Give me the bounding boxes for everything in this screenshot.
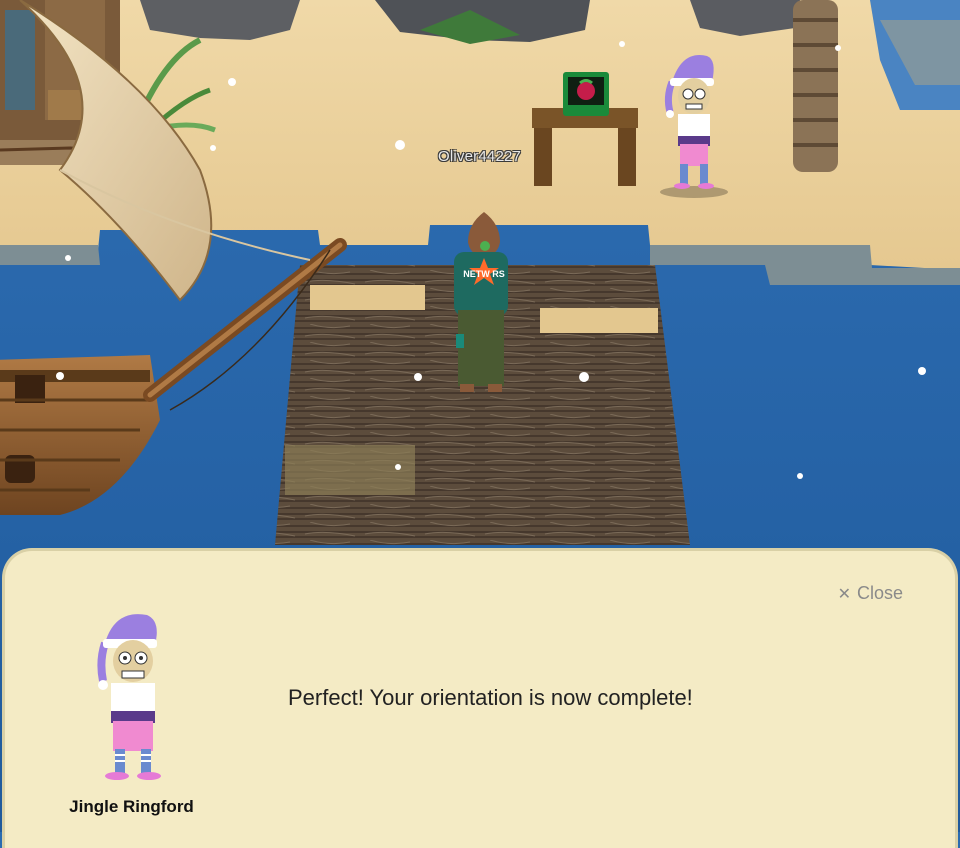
close-icon: ✕ [837,585,851,603]
speaker-name: Jingle Ringford [69,797,194,816]
palm-trunk [793,0,838,172]
dialog-message: Perfect! Your orientation is now complet… [288,685,693,710]
speaker-avatar [97,614,161,780]
dialog-panel: ✕ Close Perfect! Your orientation is now… [2,548,958,848]
close-label: Close [856,583,903,603]
shore-edge [0,245,100,265]
player-name-label: Oliver44227 [438,148,522,165]
close-button[interactable]: ✕ Close [838,583,903,604]
player-shirt-text: NETW RS [463,269,505,279]
